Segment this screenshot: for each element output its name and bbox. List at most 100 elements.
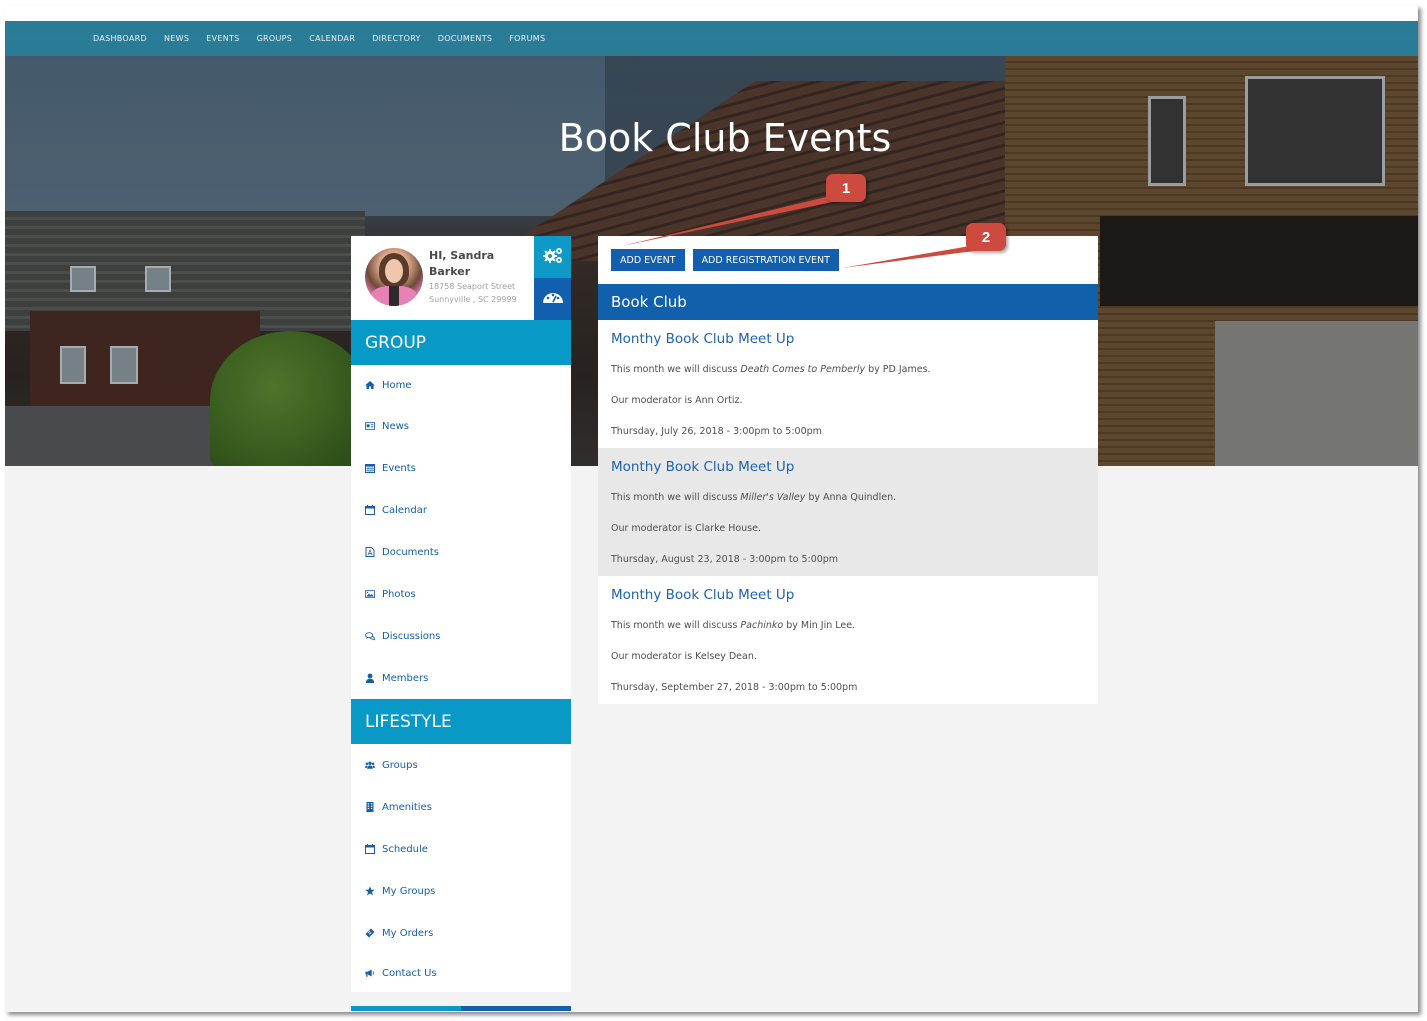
greeting-name: HI, Sandra <box>429 249 495 262</box>
calendar-icon <box>364 843 376 855</box>
sidebar-item-label: My Orders <box>382 927 434 939</box>
event-description: This month we will discuss Death Comes t… <box>611 363 1085 376</box>
top-nav: DASHBOARD NEWS EVENTS GROUPS CALENDAR DI… <box>5 21 1418 56</box>
sidebar-item-label: Amenities <box>382 801 432 813</box>
address-line-1: 18758 Seaport Street <box>429 282 516 291</box>
event-datetime: Thursday, August 23, 2018 - 3:00pm to 5:… <box>611 554 839 565</box>
sidebar-item-contact-us[interactable]: Contact Us <box>351 954 571 992</box>
panel-title: Book Club <box>598 284 1098 320</box>
lifestyle-heading: LIFESTYLE <box>351 699 571 744</box>
add-registration-event-button[interactable]: ADD REGISTRATION EVENT <box>692 249 839 271</box>
event-moderator: Our moderator is Ann Ortiz. <box>611 395 743 406</box>
author-text: by Min Jin Lee. <box>783 620 856 631</box>
bullhorn-icon <box>364 967 376 979</box>
event-actions: ADD EVENT ADD REGISTRATION EVENT <box>598 236 1098 284</box>
sidebar-item-label: My Groups <box>382 885 436 897</box>
description-text: This month we will discuss <box>611 620 741 631</box>
event-title-link[interactable]: Monthy Book Club Meet Up <box>611 459 1085 475</box>
lifestyle-menu: Groups Amenities Schedule My Groups My O… <box>351 744 571 992</box>
author-text: by Anna Quindlen. <box>805 492 897 503</box>
event-title-link[interactable]: Monthy Book Club Meet Up <box>611 587 1085 603</box>
avatar-shirt <box>389 286 399 306</box>
avatar-face <box>385 259 403 283</box>
sidebar-item-calendar[interactable]: Calendar <box>351 489 571 531</box>
sidebar-item-amenities[interactable]: Amenities <box>351 786 571 828</box>
nav-groups[interactable]: GROUPS <box>257 34 293 43</box>
sidebar-item-documents[interactable]: Documents <box>351 531 571 573</box>
avatar[interactable] <box>365 248 423 306</box>
sidebar-item-label: Events <box>382 462 416 474</box>
sidebar-item-news[interactable]: News <box>351 405 571 447</box>
newspaper-icon <box>364 420 376 432</box>
profile-card: HI, Sandra Barker 18758 Seaport Street S… <box>351 236 571 320</box>
nav-forums[interactable]: FORUMS <box>509 34 545 43</box>
description-text: This month we will discuss <box>611 364 741 375</box>
sidebar-bottom-tabs <box>351 1006 571 1011</box>
event-datetime: Thursday, July 26, 2018 - 3:00pm to 5:00… <box>611 426 822 437</box>
sidebar-item-groups[interactable]: Groups <box>351 744 571 786</box>
nav-documents[interactable]: DOCUMENTS <box>438 34 493 43</box>
event-item: Monthy Book Club Meet Up This month we w… <box>598 320 1098 448</box>
group-heading: GROUP <box>351 320 571 365</box>
sidebar-item-label: Members <box>382 672 429 684</box>
book-title: Pachinko <box>740 620 784 631</box>
sidebar-item-label: Groups <box>382 759 418 771</box>
events-content: ADD EVENT ADD REGISTRATION EVENT Book Cl… <box>598 236 1098 704</box>
sidebar-item-label: Schedule <box>382 843 428 855</box>
pdf-document-icon <box>364 546 376 558</box>
sidebar-item-label: Photos <box>382 588 416 600</box>
sidebar: HI, Sandra Barker 18758 Seaport Street S… <box>351 236 571 1011</box>
callout-badge-2: 2 <box>966 223 1006 251</box>
sidebar-item-events[interactable]: Events <box>351 447 571 489</box>
profile-actions <box>534 236 571 320</box>
nav-directory[interactable]: DIRECTORY <box>372 34 421 43</box>
book-title: Miller's Valley <box>740 492 806 503</box>
chat-bubbles-icon <box>364 630 376 642</box>
sidebar-item-discussions[interactable]: Discussions <box>351 615 571 657</box>
sidebar-item-label: Documents <box>382 546 440 558</box>
event-description: This month we will discuss Miller's Vall… <box>611 491 1085 504</box>
event-moderator: Our moderator is Kelsey Dean. <box>611 651 757 662</box>
profile-info: HI, Sandra Barker 18758 Seaport Street S… <box>429 248 537 306</box>
dashboard-button[interactable] <box>534 278 571 320</box>
event-item: Monthy Book Club Meet Up This month we w… <box>598 576 1098 704</box>
sidebar-item-label: Home <box>382 379 412 391</box>
book-title: Death Comes to Pemberly <box>740 364 866 375</box>
sidebar-item-label: Contact Us <box>382 967 437 979</box>
ticket-icon <box>364 927 376 939</box>
dashboard-gauge-icon <box>542 289 564 309</box>
nav-news[interactable]: NEWS <box>164 34 189 43</box>
bottom-tab-1[interactable] <box>351 1006 461 1011</box>
sidebar-item-members[interactable]: Members <box>351 657 571 699</box>
sidebar-item-my-groups[interactable]: My Groups <box>351 870 571 912</box>
sidebar-item-label: Discussions <box>382 630 441 642</box>
sidebar-item-label: Calendar <box>382 504 427 516</box>
gears-icon <box>542 246 564 268</box>
add-event-button[interactable]: ADD EVENT <box>611 249 685 271</box>
sidebar-item-label: News <box>382 420 410 432</box>
bottom-tab-2[interactable] <box>461 1006 571 1011</box>
event-title-link[interactable]: Monthy Book Club Meet Up <box>611 331 1085 347</box>
home-icon <box>364 379 376 391</box>
event-description: This month we will discuss Pachinko by M… <box>611 619 1085 632</box>
event-moderator: Our moderator is Clarke House. <box>611 523 761 534</box>
nav-dashboard[interactable]: DASHBOARD <box>93 34 147 43</box>
sidebar-item-schedule[interactable]: Schedule <box>351 828 571 870</box>
users-icon <box>364 759 376 771</box>
group-menu: Home News Events Calendar Documents Phot… <box>351 365 571 699</box>
description-text: This month we will discuss <box>611 492 741 503</box>
author-text: by PD James. <box>865 364 931 375</box>
nav-events[interactable]: EVENTS <box>206 34 239 43</box>
settings-button[interactable] <box>534 236 571 278</box>
building-icon <box>364 801 376 813</box>
event-datetime: Thursday, September 27, 2018 - 3:00pm to… <box>611 682 858 693</box>
calendar-grid-icon <box>364 462 376 474</box>
callout-badge-1: 1 <box>826 174 866 202</box>
page: DASHBOARD NEWS EVENTS GROUPS CALENDAR DI… <box>5 21 1418 1012</box>
sidebar-item-photos[interactable]: Photos <box>351 573 571 615</box>
sidebar-item-my-orders[interactable]: My Orders <box>351 912 571 954</box>
sidebar-item-home[interactable]: Home <box>351 365 571 405</box>
nav-calendar[interactable]: CALENDAR <box>309 34 355 43</box>
image-icon <box>364 588 376 600</box>
star-icon <box>364 885 376 897</box>
